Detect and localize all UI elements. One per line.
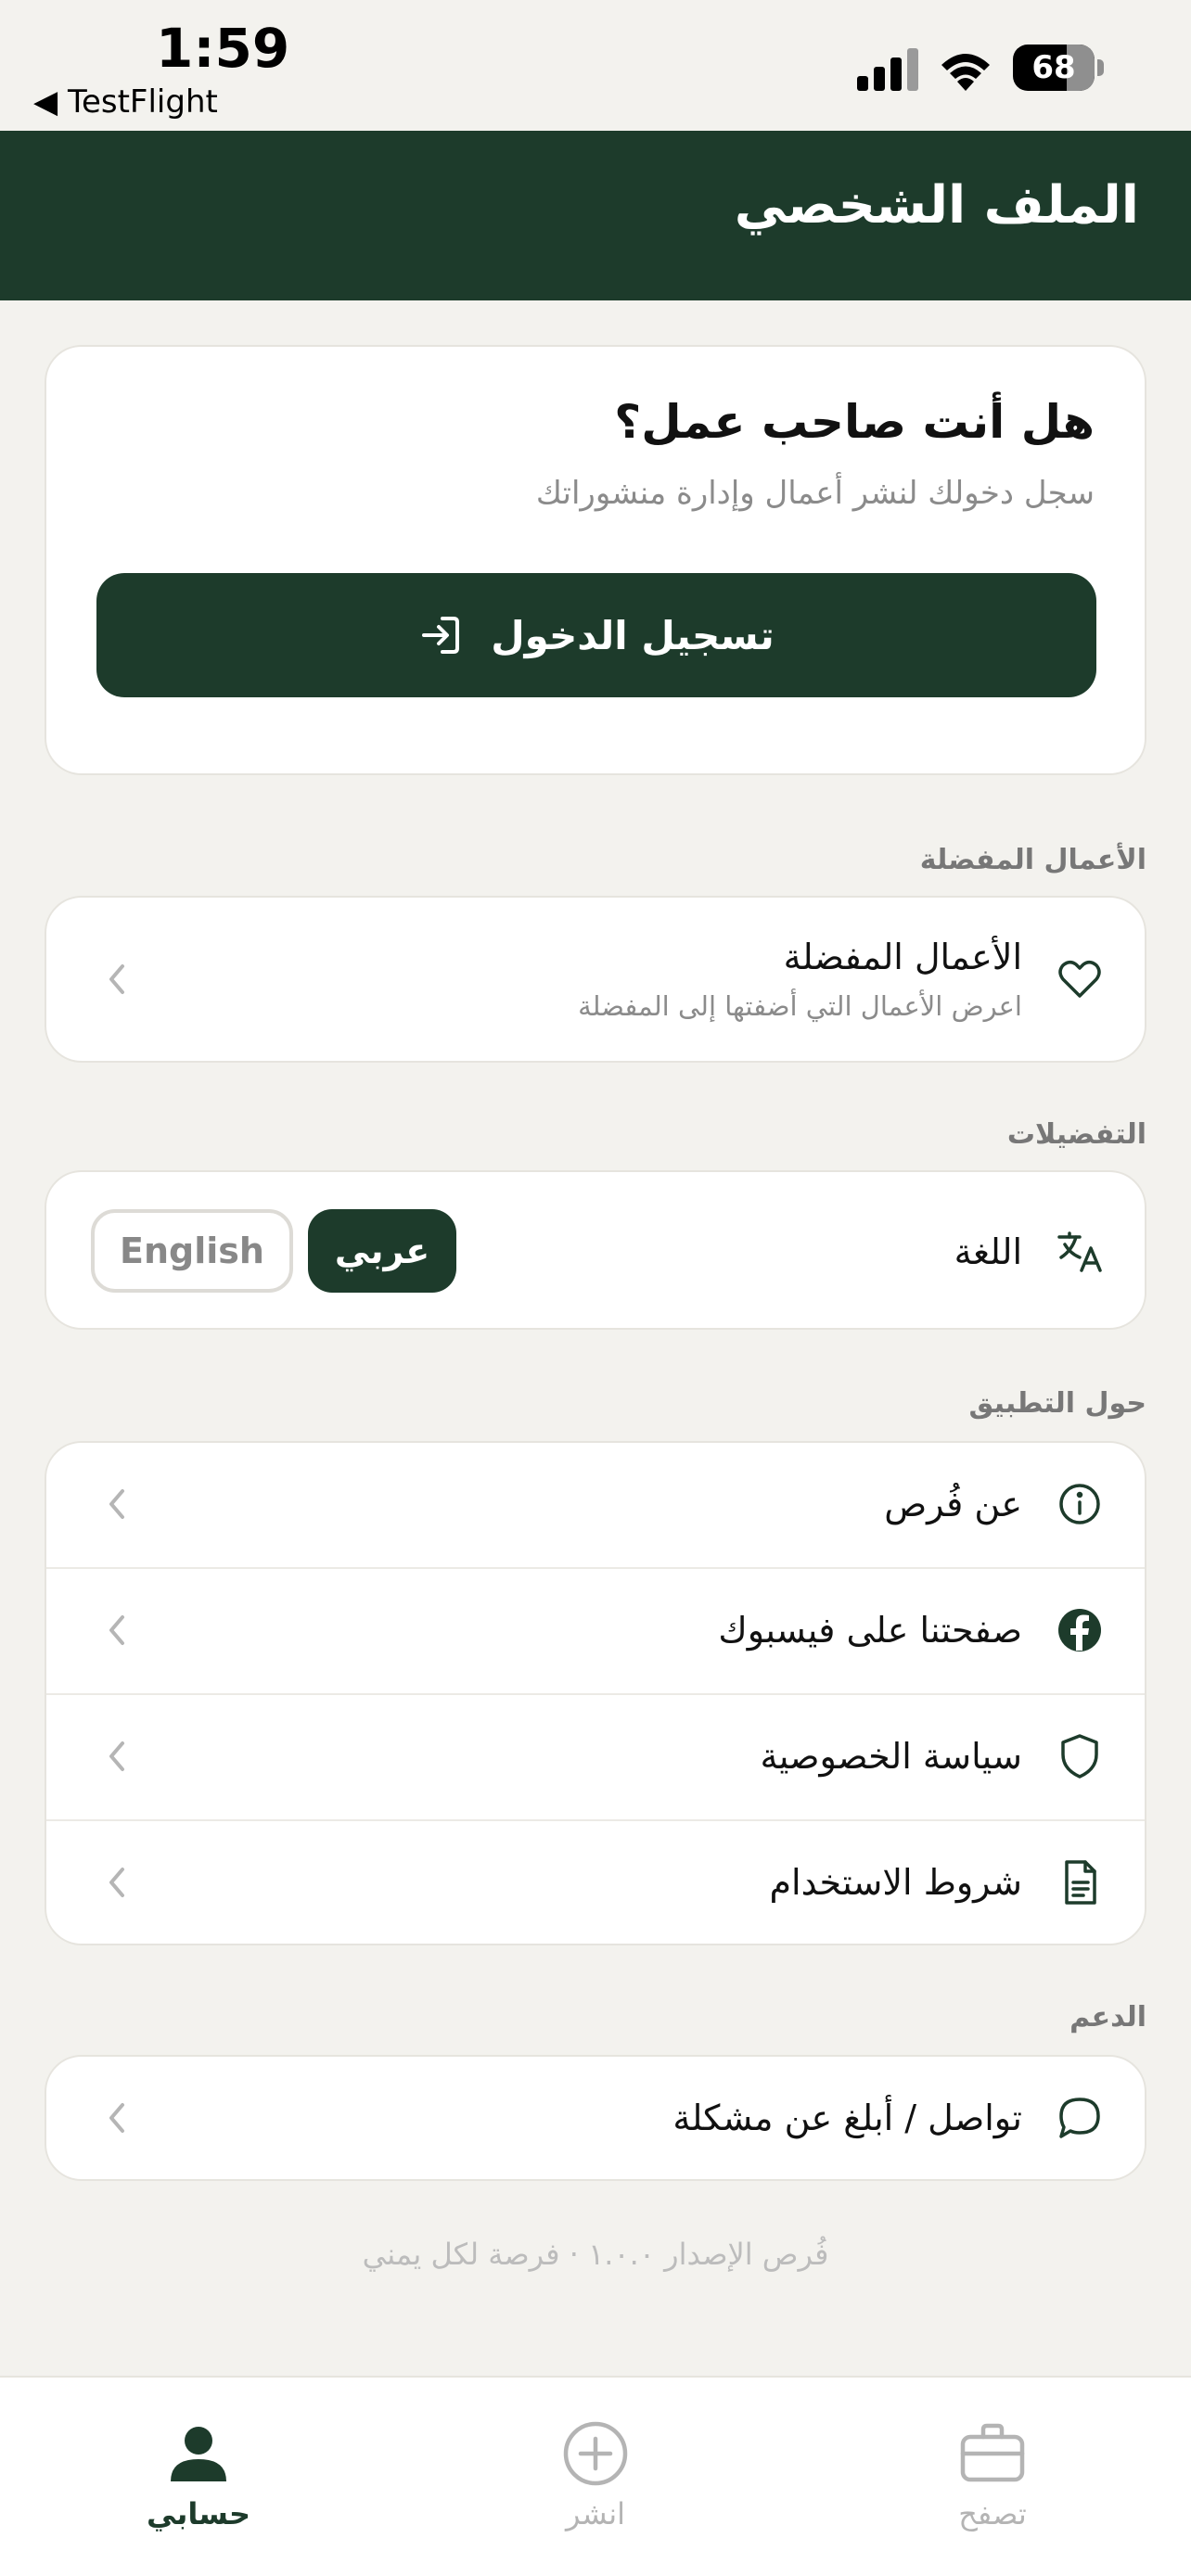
battery-level: 68: [1031, 49, 1076, 86]
about-card: عن فُرص صفحتنا على فيسبوك سياسة الخصوصية…: [45, 1441, 1146, 1945]
favorites-section-label: الأعمال المفضلة: [919, 844, 1146, 876]
shield-icon: [1061, 1734, 1098, 1779]
language-label: اللغة: [954, 1231, 1022, 1272]
app-header: الملف الشخصي: [0, 131, 1191, 300]
chevron-left-icon: [109, 1489, 124, 1519]
language-english-button[interactable]: English: [91, 1209, 293, 1293]
about-row-about-foras[interactable]: عن فُرص: [46, 1443, 1145, 1567]
support-section-label: الدعم: [1069, 2001, 1146, 2034]
preferences-section-label: التفضيلات: [1006, 1118, 1146, 1151]
about-section-label: حول التطبيق: [968, 1387, 1146, 1420]
login-card-title: هل أنت صاحب عمل؟: [614, 395, 1095, 449]
chat-bubble-icon: [1059, 2098, 1100, 2138]
favorites-row-title: الأعمال المفضلة: [783, 937, 1022, 977]
tab-browse[interactable]: تصفح: [872, 2378, 1113, 2544]
about-row-label: سياسة الخصوصية: [760, 1736, 1022, 1777]
about-row-label: شروط الاستخدام: [769, 1862, 1022, 1903]
language-arabic-button[interactable]: عربي: [308, 1209, 456, 1293]
status-time: 1:59: [156, 17, 290, 80]
chevron-left-icon: [109, 1741, 124, 1771]
translate-icon: [1057, 1231, 1102, 1272]
employer-login-card: هل أنت صاحب عمل؟ سجل دخولك لنشر أعمال وإ…: [45, 345, 1146, 775]
cellular-signal-icon: [857, 48, 918, 91]
chevron-left-icon: [109, 964, 124, 994]
wifi-icon: [941, 54, 990, 91]
document-icon: [1065, 1860, 1096, 1905]
tab-label: حسابي: [146, 2496, 251, 2531]
person-icon: [171, 2427, 226, 2481]
support-card: تواصل / أبلغ عن مشكلة: [45, 2055, 1146, 2181]
about-row-label: صفحتنا على فيسبوك: [718, 1610, 1022, 1651]
tab-my-account[interactable]: حسابي: [78, 2378, 319, 2544]
plus-circle-icon: [563, 2421, 628, 2486]
tab-post[interactable]: انشر: [475, 2378, 716, 2544]
tab-bar: حسابي انشر تصفح: [0, 2376, 1191, 2576]
page-title: الملف الشخصي: [734, 175, 1139, 236]
briefcase-icon: [960, 2423, 1025, 2482]
login-card-subtitle: سجل دخولك لنشر أعمال وإدارة منشوراتك: [535, 475, 1095, 512]
favorites-card: الأعمال المفضلة اعرض الأعمال التي أضفتها…: [45, 896, 1146, 1063]
facebook-icon: [1058, 1609, 1101, 1651]
status-bar: 1:59 ◀ TestFlight 68: [0, 0, 1191, 131]
chevron-left-icon: [109, 2103, 124, 2133]
tab-label: تصفح: [958, 2496, 1027, 2531]
support-row-contact[interactable]: تواصل / أبلغ عن مشكلة: [46, 2057, 1145, 2179]
info-icon: [1059, 1484, 1100, 1524]
about-row-facebook[interactable]: صفحتنا على فيسبوك: [46, 1569, 1145, 1693]
chevron-left-icon: [109, 1868, 124, 1897]
preferences-card: اللغة عربي English: [45, 1170, 1146, 1330]
favorites-row[interactable]: الأعمال المفضلة اعرض الأعمال التي أضفتها…: [46, 898, 1145, 1061]
login-icon: [422, 617, 460, 654]
heart-icon: [1058, 961, 1101, 998]
chevron-left-icon: [109, 1615, 124, 1645]
tab-label: انشر: [566, 2496, 625, 2531]
favorites-row-subtitle: اعرض الأعمال التي أضفتها إلى المفضلة: [578, 990, 1022, 1022]
about-row-label: عن فُرص: [884, 1484, 1022, 1524]
about-row-terms[interactable]: شروط الاستخدام: [46, 1821, 1145, 1945]
version-text: فُرص الإصدار ١.٠.٠ · فرصة لكل يمني: [362, 2237, 829, 2272]
login-button[interactable]: تسجيل الدخول: [96, 573, 1096, 697]
back-to-testflight-link[interactable]: ◀ TestFlight: [33, 83, 218, 121]
battery-icon: 68: [1013, 45, 1106, 91]
about-row-privacy[interactable]: سياسة الخصوصية: [46, 1695, 1145, 1819]
login-button-label: تسجيل الدخول: [491, 612, 775, 658]
support-row-label: تواصل / أبلغ عن مشكلة: [672, 2098, 1022, 2138]
